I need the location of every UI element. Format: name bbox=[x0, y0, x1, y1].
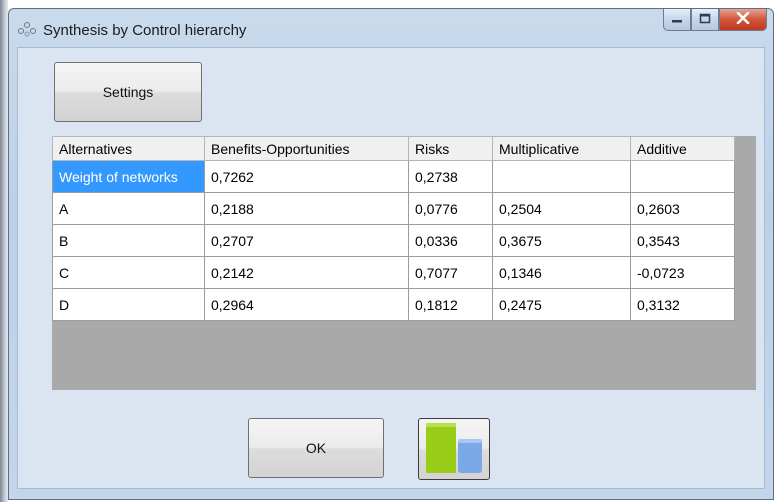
table-cell[interactable]: 0,3675 bbox=[492, 224, 631, 257]
table-cell[interactable]: B bbox=[52, 224, 205, 257]
dialog-window: Synthesis by Control hierarchy Settings bbox=[8, 8, 774, 500]
table-cell[interactable]: 0,0776 bbox=[408, 192, 493, 225]
column-header-risks[interactable]: Risks bbox=[408, 136, 493, 161]
chart-button[interactable] bbox=[418, 418, 490, 480]
title-bar[interactable]: Synthesis by Control hierarchy bbox=[9, 9, 773, 47]
table-row: Weight of networks 0,7262 0,2738 bbox=[52, 160, 735, 193]
desktop-background bbox=[0, 0, 8, 502]
close-icon bbox=[736, 11, 750, 29]
column-header-alternatives[interactable]: Alternatives bbox=[52, 136, 205, 161]
table-cell[interactable]: C bbox=[52, 256, 205, 289]
window-title: Synthesis by Control hierarchy bbox=[43, 22, 247, 39]
column-header-additive[interactable]: Additive bbox=[630, 136, 735, 161]
table-row: D 0,2964 0,1812 0,2475 0,3132 bbox=[52, 288, 735, 321]
settings-button-label: Settings bbox=[102, 84, 154, 100]
table-cell[interactable]: A bbox=[52, 192, 205, 225]
minimize-icon bbox=[671, 11, 683, 29]
results-grid[interactable]: Alternatives Benefits-Opportunities Risk… bbox=[52, 136, 756, 390]
table-row: A 0,2188 0,0776 0,2504 0,2603 bbox=[52, 192, 735, 225]
maximize-button[interactable] bbox=[691, 9, 719, 31]
table-cell[interactable]: 0,2142 bbox=[204, 256, 409, 289]
table-row: B 0,2707 0,0336 0,3675 0,3543 bbox=[52, 224, 735, 257]
table-cell[interactable]: 0,2188 bbox=[204, 192, 409, 225]
table-cell[interactable]: 0,1812 bbox=[408, 288, 493, 321]
column-header-benefits-opportunities[interactable]: Benefits-Opportunities bbox=[204, 136, 409, 161]
minimize-button[interactable] bbox=[663, 9, 691, 31]
table-cell[interactable]: 0,3132 bbox=[630, 288, 735, 321]
table-cell[interactable] bbox=[630, 160, 735, 193]
settings-button[interactable]: Settings bbox=[54, 62, 202, 122]
bar-chart-icon bbox=[423, 421, 485, 478]
table-cell[interactable]: 0,2707 bbox=[204, 224, 409, 257]
table-cell[interactable] bbox=[492, 160, 631, 193]
table-cell[interactable]: 0,2964 bbox=[204, 288, 409, 321]
table-cell[interactable]: 0,7077 bbox=[408, 256, 493, 289]
app-network-icon bbox=[17, 21, 37, 37]
table-cell[interactable]: 0,7262 bbox=[204, 160, 409, 193]
caption-buttons bbox=[663, 9, 767, 31]
close-button[interactable] bbox=[719, 9, 767, 31]
maximize-icon bbox=[699, 11, 711, 29]
table-cell[interactable]: 0,2738 bbox=[408, 160, 493, 193]
table-cell[interactable]: 0,3543 bbox=[630, 224, 735, 257]
table-cell[interactable]: 0,2504 bbox=[492, 192, 631, 225]
table-cell[interactable]: 0,0336 bbox=[408, 224, 493, 257]
table-cell[interactable]: -0,0723 bbox=[630, 256, 735, 289]
table-cell[interactable]: 0,2603 bbox=[630, 192, 735, 225]
table-cell[interactable]: 0,1346 bbox=[492, 256, 631, 289]
header-row: Alternatives Benefits-Opportunities Risk… bbox=[52, 136, 735, 161]
dialog-client-area: Settings Alternatives Benefits-Opportuni… bbox=[17, 47, 765, 489]
results-table: Alternatives Benefits-Opportunities Risk… bbox=[52, 136, 735, 321]
ok-button[interactable]: OK bbox=[248, 418, 384, 478]
table-cell[interactable]: 0,2475 bbox=[492, 288, 631, 321]
table-cell-selected[interactable]: Weight of networks bbox=[52, 160, 205, 193]
column-header-multiplicative[interactable]: Multiplicative bbox=[492, 136, 631, 161]
table-cell[interactable]: D bbox=[52, 288, 205, 321]
ok-button-label: OK bbox=[305, 440, 327, 456]
table-row: C 0,2142 0,7077 0,1346 -0,0723 bbox=[52, 256, 735, 289]
